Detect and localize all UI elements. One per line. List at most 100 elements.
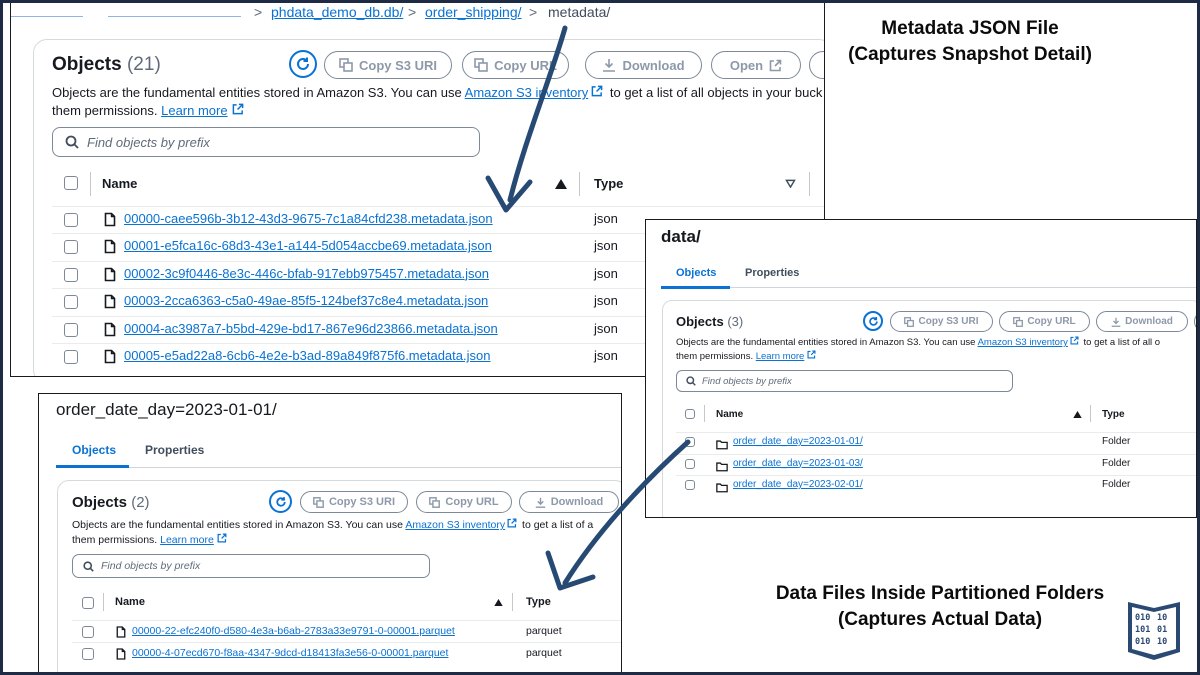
refresh-button[interactable] — [289, 50, 317, 78]
tab-objects[interactable]: Objects — [72, 443, 116, 457]
sort-ascending-icon[interactable] — [494, 599, 503, 606]
download-button[interactable]: Download — [1096, 311, 1188, 332]
column-header-type[interactable]: Type — [594, 176, 623, 191]
table-row[interactable]: 00000-22-efc240f0-d580-4e3a-b6ab-2783a33… — [39, 625, 621, 647]
column-header-type[interactable]: Type — [526, 596, 551, 608]
object-name-link[interactable]: order_date_day=2023-01-03/ — [733, 458, 863, 469]
row-checkbox[interactable] — [82, 648, 94, 660]
object-name-link[interactable]: order_date_day=2023-01-01/ — [733, 436, 863, 447]
description-text: Objects are the fundamental entities sto… — [676, 337, 976, 348]
s3-inventory-link[interactable]: Amazon S3 inventory — [405, 519, 505, 531]
search-input[interactable]: Find objects by prefix — [52, 127, 480, 157]
column-divider — [579, 172, 580, 196]
row-checkbox[interactable] — [64, 213, 78, 227]
object-name-link[interactable]: 00002-3c9f0446-8e3c-446c-bfab-917ebb9754… — [124, 266, 489, 281]
s3-inventory-link[interactable]: Amazon S3 inventory — [465, 85, 589, 100]
row-divider — [676, 453, 1196, 455]
refresh-button[interactable] — [269, 490, 292, 513]
column-header-type[interactable]: Type — [1102, 409, 1125, 420]
tab-properties[interactable]: Properties — [745, 267, 799, 279]
object-name-link[interactable]: 00003-2cca6363-c5a0-49ae-85f5-124bef37c8… — [124, 293, 488, 308]
tab-divider — [56, 467, 621, 468]
download-icon — [535, 497, 545, 508]
row-checkbox[interactable] — [685, 480, 695, 490]
copy-url-button[interactable]: Copy URL — [462, 51, 569, 79]
column-divider — [704, 405, 705, 422]
objects-description: Objects are the fundamental entities sto… — [72, 518, 593, 531]
sort-ascending-icon[interactable] — [1073, 411, 1082, 418]
object-name-link[interactable]: 00000-caee596b-3b12-43d3-9675-7c1a84cfd2… — [124, 211, 493, 226]
copy-s3-uri-button[interactable]: Copy S3 URI — [890, 311, 993, 332]
learn-more-link[interactable]: Learn more — [161, 103, 227, 118]
folder-heading: order_date_day=2023-01-01/ — [56, 400, 277, 419]
sort-descending-icon[interactable] — [785, 179, 796, 188]
search-placeholder: Find objects by prefix — [87, 134, 210, 150]
row-checkbox[interactable] — [64, 350, 78, 364]
learn-more-link[interactable]: Learn more — [756, 351, 805, 362]
download-button[interactable]: Download — [585, 51, 702, 79]
select-all-checkbox[interactable] — [64, 176, 78, 190]
objects-title: Objects — [72, 494, 128, 511]
search-input[interactable]: Find objects by prefix — [676, 370, 1013, 392]
description-text: Objects are the fundamental entities sto… — [72, 519, 403, 531]
object-type: parquet — [526, 647, 562, 659]
svg-text:101: 101 — [1135, 625, 1150, 635]
column-header-name[interactable]: Name — [102, 176, 137, 191]
file-icon — [104, 294, 116, 309]
description-text: to get a list of a — [522, 519, 594, 531]
breadcrumb-item-db[interactable]: phdata_demo_db.db/ — [271, 4, 403, 20]
row-checkbox[interactable] — [64, 267, 78, 282]
breadcrumb-item-table[interactable]: order_shipping/ — [425, 4, 522, 20]
tab-objects[interactable]: Objects — [676, 267, 716, 279]
download-button[interactable]: Download — [519, 491, 619, 513]
row-divider — [676, 475, 1196, 476]
object-type: parquet — [526, 625, 562, 637]
copy-url-button[interactable]: Copy URL — [416, 491, 512, 513]
tab-properties[interactable]: Properties — [145, 443, 204, 457]
search-icon — [686, 376, 696, 386]
binary-book-icon: 010 10 101 01 010 10 — [1128, 602, 1180, 660]
copy-s3-uri-button[interactable]: Copy S3 URI — [300, 491, 408, 513]
column-divider — [90, 172, 91, 196]
object-name-link[interactable]: 00000-22-efc240f0-d580-4e3a-b6ab-2783a33… — [132, 625, 455, 637]
search-input[interactable]: Find objects by prefix — [72, 554, 430, 578]
tab-divider — [661, 287, 1196, 288]
description-text: to get a list of all objects in your buc… — [609, 85, 823, 100]
sort-ascending-icon[interactable] — [555, 179, 567, 189]
select-all-checkbox[interactable] — [685, 409, 695, 419]
column-header-name[interactable]: Name — [716, 409, 743, 420]
breadcrumb-blurred-segment — [11, 7, 83, 17]
object-name-link[interactable]: order_date_day=2023-02-01/ — [733, 479, 863, 490]
objects-description: Objects are the fundamental entities sto… — [676, 336, 1160, 348]
objects-description: Objects are the fundamental entities sto… — [52, 85, 822, 100]
object-name-link[interactable]: 00004-ac3987a7-b5bd-429e-bd17-867e96d238… — [124, 321, 498, 336]
breadcrumb-separator: > — [408, 4, 417, 20]
objects-heading: Objects (2) — [72, 494, 150, 511]
select-all-checkbox[interactable] — [82, 597, 94, 609]
object-name-link[interactable]: 00001-e5fca16c-68d3-43e1-a144-5d054accbe… — [124, 238, 492, 253]
column-divider — [1090, 405, 1091, 422]
objects-heading: Objects (3) — [676, 314, 743, 329]
breadcrumb-current: metadata/ — [548, 4, 611, 20]
column-header-name[interactable]: Name — [115, 596, 145, 608]
search-icon — [83, 560, 94, 572]
copy-s3-uri-button[interactable]: Copy S3 URI — [324, 51, 452, 79]
learn-more-link[interactable]: Learn more — [160, 534, 214, 546]
row-checkbox[interactable] — [64, 322, 78, 337]
row-checkbox[interactable] — [82, 626, 94, 638]
row-checkbox[interactable] — [64, 295, 78, 310]
row-checkbox[interactable] — [64, 240, 78, 255]
open-button[interactable]: Open — [711, 51, 801, 79]
external-link-icon — [769, 59, 782, 71]
object-name-link[interactable]: 00000-4-07ecd670-f8aa-4347-9dcd-d18413fa… — [132, 647, 448, 659]
objects-title: Objects — [52, 54, 122, 75]
object-name-link[interactable]: 00005-e5ad22a8-6cb6-4e2e-b3ad-89a849f875… — [124, 348, 490, 363]
table-row[interactable]: order_date_day=2023-02-01/Folder — [646, 479, 1196, 501]
row-checkbox[interactable] — [685, 458, 695, 469]
objects-title: Objects — [676, 314, 724, 329]
refresh-button[interactable] — [863, 311, 883, 331]
table-row[interactable]: 00000-4-07ecd670-f8aa-4347-9dcd-d18413fa… — [39, 647, 621, 669]
row-checkbox[interactable] — [685, 437, 695, 447]
copy-url-button[interactable]: Copy URL — [999, 311, 1090, 332]
s3-inventory-link[interactable]: Amazon S3 inventory — [978, 337, 1068, 348]
